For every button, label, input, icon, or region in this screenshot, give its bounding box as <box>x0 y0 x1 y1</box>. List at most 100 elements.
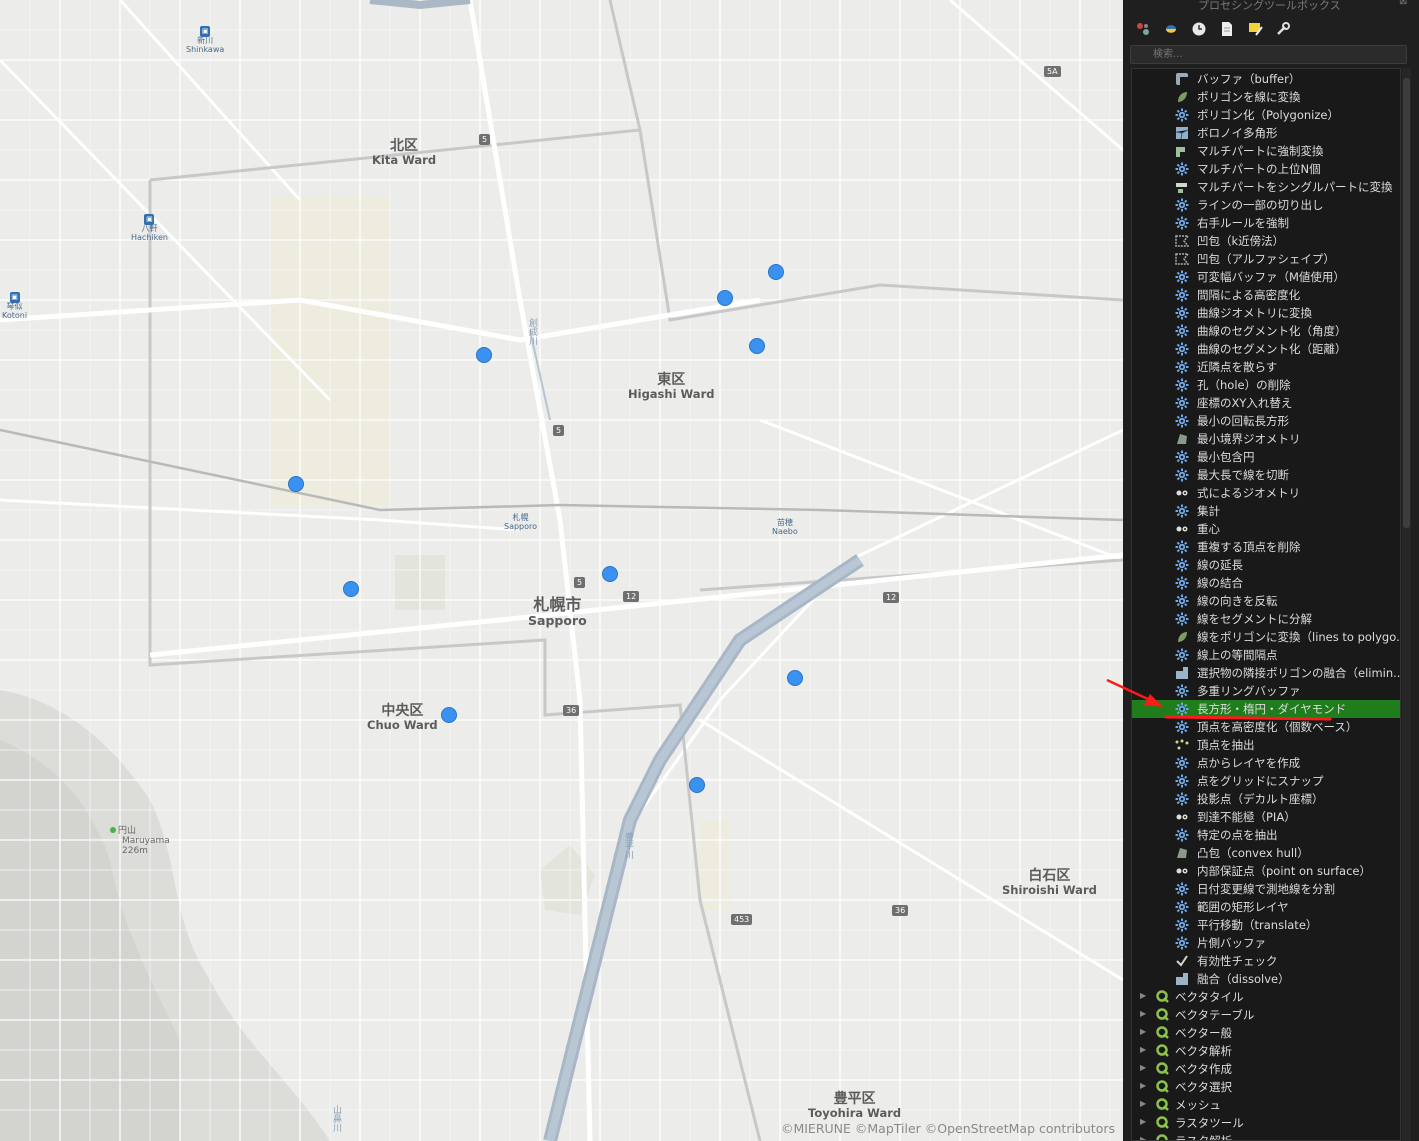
expand-arrow-icon[interactable]: ▶ <box>1140 1009 1146 1018</box>
algorithm-item[interactable]: 頂点を高密度化（個数ベース） <box>1132 718 1400 736</box>
provider-group[interactable]: ▶ ラスタ解析 <box>1132 1132 1400 1140</box>
algorithm-item[interactable]: 可変幅バッファ（M値使用） <box>1132 268 1400 286</box>
point-feature[interactable] <box>717 290 733 306</box>
expand-arrow-icon[interactable]: ▶ <box>1140 1027 1146 1036</box>
point-feature[interactable] <box>787 670 803 686</box>
algorithm-item[interactable]: ラインの一部の切り出し <box>1132 196 1400 214</box>
algorithm-item[interactable]: 凹包（アルファシェイプ） <box>1132 250 1400 268</box>
provider-group[interactable]: ▶ ベクタ解析 <box>1132 1042 1400 1060</box>
algorithm-item[interactable]: 重複する頂点を削除 <box>1132 538 1400 556</box>
algorithm-item[interactable]: ポリゴン化（Polygonize） <box>1132 106 1400 124</box>
algorithm-item[interactable]: 多重リングバッファ <box>1132 682 1400 700</box>
algorithm-item[interactable]: 曲線のセグメント化（距離） <box>1132 340 1400 358</box>
river-label: 創成川 <box>527 318 537 345</box>
algorithm-item[interactable]: バッファ（buffer） <box>1132 70 1400 88</box>
history-icon[interactable] <box>1189 21 1209 37</box>
algorithm-item[interactable]: 凸包（convex hull） <box>1132 844 1400 862</box>
algorithm-item[interactable]: マルチパートの上位N個 <box>1132 160 1400 178</box>
point-feature[interactable] <box>441 707 457 723</box>
point-feature[interactable] <box>768 264 784 280</box>
algorithm-item[interactable]: 頂点を抽出 <box>1132 736 1400 754</box>
algorithm-item[interactable]: 融合（dissolve） <box>1132 970 1400 988</box>
algorithm-item[interactable]: マルチパートに強制変換 <box>1132 142 1400 160</box>
point-feature[interactable] <box>288 476 304 492</box>
algorithm-item[interactable]: 式によるジオメトリ <box>1132 484 1400 502</box>
provider-group[interactable]: ▶ ベクタ選択 <box>1132 1078 1400 1096</box>
algorithm-label: 融合（dissolve） <box>1197 972 1290 986</box>
algorithm-item[interactable]: 投影点（デカルト座標） <box>1132 790 1400 808</box>
algorithm-item[interactable]: 線上の等間隔点 <box>1132 646 1400 664</box>
provider-group[interactable]: ▶ ベクタテーブル <box>1132 1006 1400 1024</box>
algorithm-item[interactable]: 線をセグメントに分解 <box>1132 610 1400 628</box>
algorithm-label: 曲線のセグメント化（角度） <box>1197 324 1347 338</box>
algorithm-item[interactable]: 曲線ジオメトリに変換 <box>1132 304 1400 322</box>
models-icon[interactable] <box>1133 21 1153 37</box>
algorithm-item[interactable]: 線をポリゴンに変換（lines to polygo... <box>1132 628 1400 646</box>
scrollbar-thumb[interactable] <box>1403 78 1410 528</box>
point-feature[interactable] <box>343 581 359 597</box>
algorithm-item[interactable]: 特定の点を抽出 <box>1132 826 1400 844</box>
algorithm-item[interactable]: 範囲の矩形レイヤ <box>1132 898 1400 916</box>
algorithm-item[interactable]: 凹包（k近傍法） <box>1132 232 1400 250</box>
algorithm-item-selected[interactable]: 長方形・楕円・ダイヤモンド <box>1132 700 1400 718</box>
point-feature[interactable] <box>476 347 492 363</box>
expand-arrow-icon[interactable]: ▶ <box>1140 1099 1146 1108</box>
algorithm-item[interactable]: 最小の回転長方形 <box>1132 412 1400 430</box>
algorithm-item[interactable]: 間隔による高密度化 <box>1132 286 1400 304</box>
algorithm-item[interactable]: ボロノイ多角形 <box>1132 124 1400 142</box>
options-icon[interactable] <box>1273 21 1293 37</box>
expand-arrow-icon[interactable]: ▶ <box>1140 1081 1146 1090</box>
expand-arrow-icon[interactable]: ▶ <box>1140 991 1146 1000</box>
close-icon[interactable]: ⊠ <box>1399 0 1407 7</box>
algorithm-item[interactable]: ポリゴンを線に変換 <box>1132 88 1400 106</box>
point-feature[interactable] <box>689 777 705 793</box>
algorithm-item[interactable]: 孔（hole）の削除 <box>1132 376 1400 394</box>
algorithm-icon <box>1175 720 1189 734</box>
algorithm-item[interactable]: 最小境界ジオメトリ <box>1132 430 1400 448</box>
expand-arrow-icon[interactable]: ▶ <box>1140 1063 1146 1072</box>
expand-arrow-icon[interactable]: ▶ <box>1140 1135 1146 1140</box>
algorithm-item[interactable]: 平行移動（translate） <box>1132 916 1400 934</box>
algorithm-label: 内部保証点（point on surface） <box>1197 864 1371 878</box>
road-badge: 5 <box>574 577 586 588</box>
point-feature[interactable] <box>602 566 618 582</box>
algorithm-item[interactable]: 選択物の隣接ポリゴンの融合（elimin... <box>1132 664 1400 682</box>
provider-group[interactable]: ▶ ラスタツール <box>1132 1114 1400 1132</box>
provider-group[interactable]: ▶ ベクター般 <box>1132 1024 1400 1042</box>
expand-arrow-icon[interactable]: ▶ <box>1140 1117 1146 1126</box>
algorithm-item[interactable]: 点からレイヤを作成 <box>1132 754 1400 772</box>
algorithm-item[interactable]: 内部保証点（point on surface） <box>1132 862 1400 880</box>
algorithm-item[interactable]: 最大長で線を切断 <box>1132 466 1400 484</box>
algorithm-item[interactable]: マルチパートをシングルパートに変換 <box>1132 178 1400 196</box>
python-icon[interactable] <box>1161 21 1181 37</box>
algorithm-item[interactable]: 線の結合 <box>1132 574 1400 592</box>
algorithm-item[interactable]: 有効性チェック <box>1132 952 1400 970</box>
search-input[interactable] <box>1130 45 1407 64</box>
tree-scrollbar[interactable] <box>1402 68 1411 1141</box>
point-feature[interactable] <box>749 338 765 354</box>
algorithm-item[interactable]: 曲線のセグメント化（角度） <box>1132 322 1400 340</box>
algorithm-item[interactable]: 右手ルールを強制 <box>1132 214 1400 232</box>
algorithm-item[interactable]: 集計 <box>1132 502 1400 520</box>
algorithm-item[interactable]: 線の延長 <box>1132 556 1400 574</box>
provider-group[interactable]: ▶ メッシュ <box>1132 1096 1400 1114</box>
provider-group-label: ベクタ作成 <box>1175 1062 1233 1076</box>
algorithm-item[interactable]: 座標のXY入れ替え <box>1132 394 1400 412</box>
provider-group[interactable]: ▶ ベクタタイル <box>1132 988 1400 1006</box>
algorithm-icon <box>1175 108 1189 122</box>
provider-group[interactable]: ▶ ベクタ作成 <box>1132 1060 1400 1078</box>
algorithm-item[interactable]: 線の向きを反転 <box>1132 592 1400 610</box>
edit-in-place-icon[interactable] <box>1245 21 1265 37</box>
algorithm-item[interactable]: 片側バッファ <box>1132 934 1400 952</box>
algorithm-icon <box>1175 306 1189 320</box>
panel-title: プロセシングツールボックス <box>1198 0 1341 12</box>
algorithm-item[interactable]: 最小包含円 <box>1132 448 1400 466</box>
algorithm-item[interactable]: 日付変更線で測地線を分割 <box>1132 880 1400 898</box>
results-icon[interactable] <box>1217 21 1237 37</box>
algorithm-item[interactable]: 点をグリッドにスナップ <box>1132 772 1400 790</box>
map-canvas[interactable]: 北区 Kita Ward 東区 Higashi Ward 札幌市 Sapporo 中央… <box>0 0 1123 1141</box>
algorithm-item[interactable]: 到達不能極（PIA） <box>1132 808 1400 826</box>
expand-arrow-icon[interactable]: ▶ <box>1140 1045 1146 1054</box>
algorithm-item[interactable]: 近隣点を散らす <box>1132 358 1400 376</box>
algorithm-item[interactable]: 重心 <box>1132 520 1400 538</box>
